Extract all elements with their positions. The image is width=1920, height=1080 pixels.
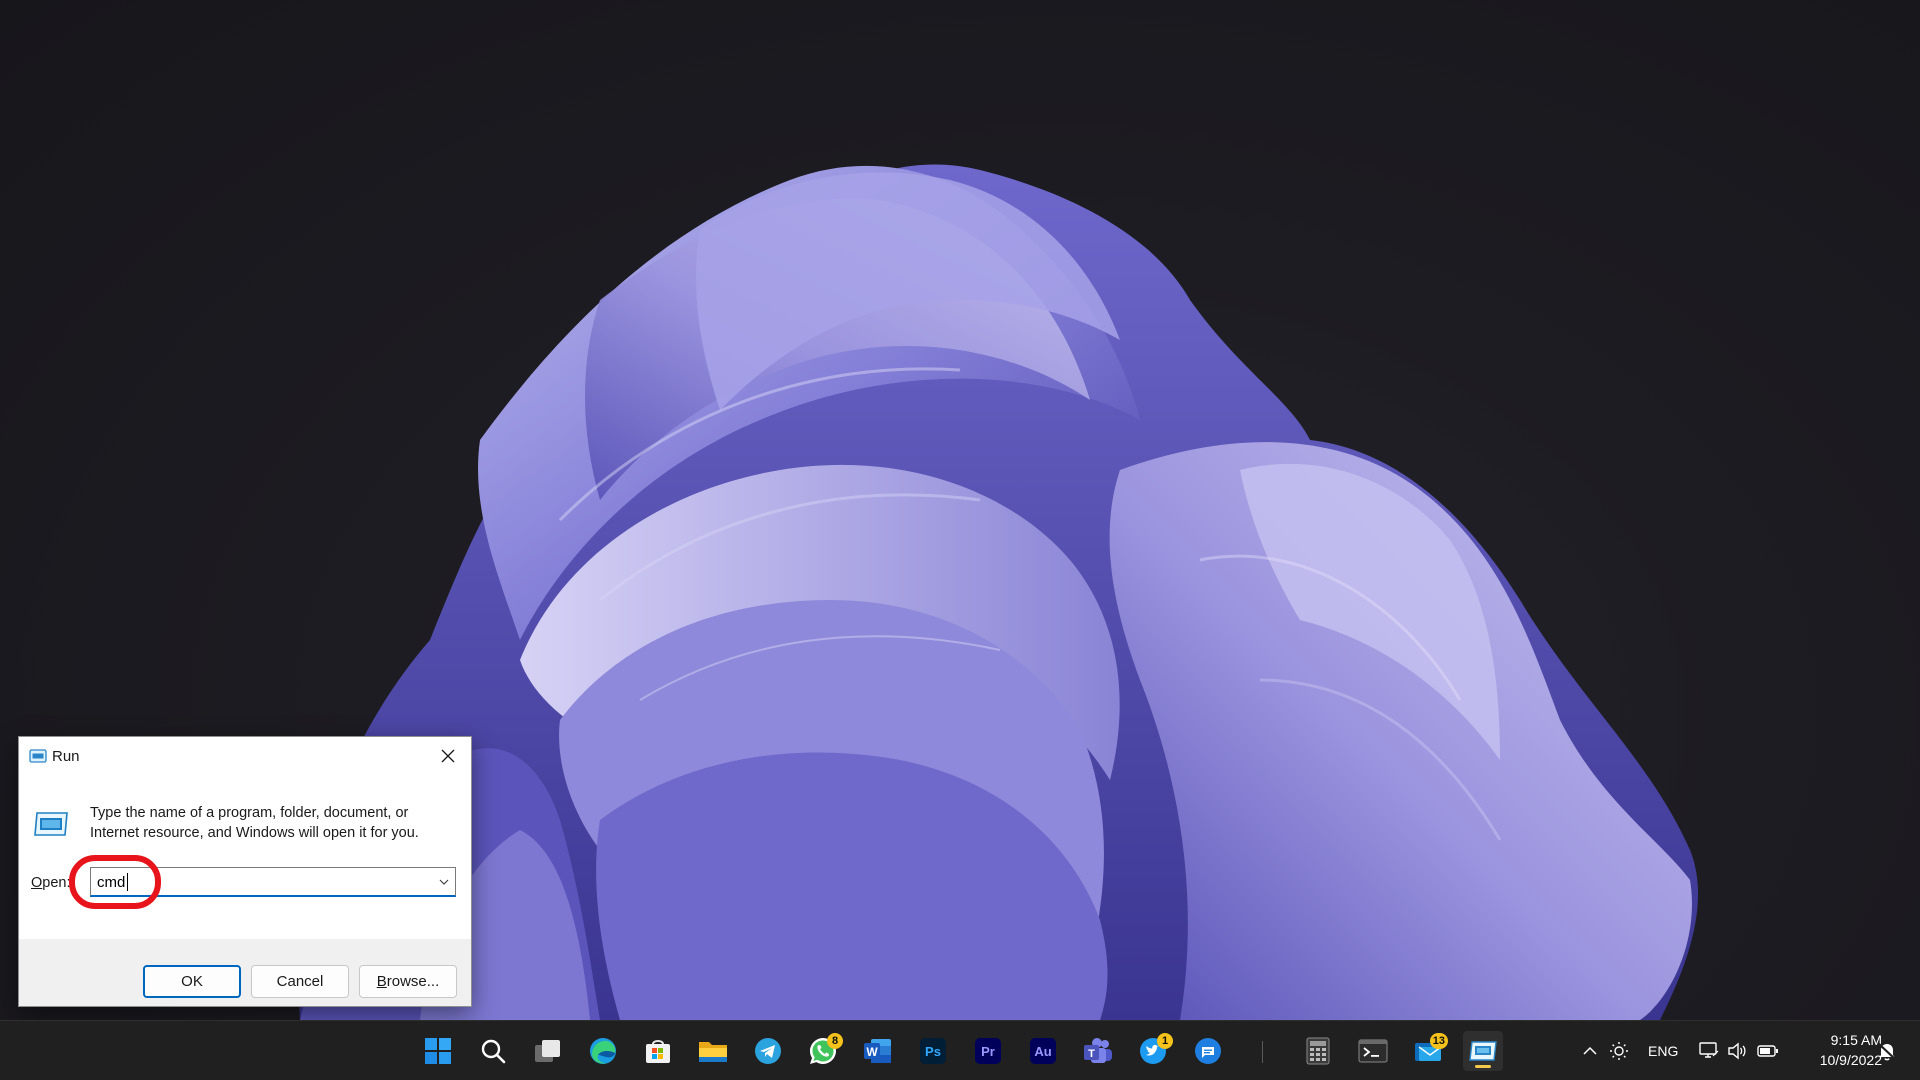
folder-icon — [699, 1042, 727, 1062]
run-title: Run — [52, 748, 80, 765]
search-icon — [481, 1039, 506, 1064]
run-description: Type the name of a program, folder, docu… — [90, 805, 419, 841]
network-button[interactable] — [1698, 1039, 1720, 1063]
volume-icon — [1728, 1042, 1746, 1060]
browse-label: rowse... — [386, 973, 440, 990]
open-label-text: pen: — [42, 875, 71, 891]
chevron-up-icon — [1583, 1046, 1597, 1055]
show-hidden-icons-button[interactable] — [1580, 1039, 1600, 1063]
run-titlebar[interactable]: Run — [19, 737, 471, 775]
clock[interactable]: 9:15 AM 10/9/2022 — [1790, 1030, 1882, 1070]
calculator-button[interactable] — [1298, 1031, 1338, 1071]
photoshop-icon: Ps — [920, 1038, 946, 1064]
terminal-button[interactable] — [1353, 1031, 1393, 1071]
chevron-down-icon — [439, 879, 449, 885]
network-icon — [1699, 1042, 1719, 1058]
browse-button[interactable]: Browse... — [359, 965, 457, 998]
svg-text:Au: Au — [1034, 1044, 1051, 1059]
teams-icon: T — [1084, 1038, 1112, 1063]
run-dialog: Run Type the name of a program, folder, … — [18, 736, 472, 1007]
battery-button[interactable] — [1756, 1039, 1780, 1063]
notifications-button[interactable] — [1876, 1039, 1898, 1063]
notification-bell-icon — [1878, 1043, 1896, 1061]
language-indicator[interactable]: ENG — [1648, 1039, 1678, 1063]
twitter-badge: 1 — [1157, 1033, 1173, 1049]
telegram-icon — [755, 1038, 781, 1064]
file-explorer-button[interactable] — [693, 1031, 733, 1071]
taskbar: 8 W Ps Pr Au T 1 13 ENG 9:15 AM 10/9/202… — [0, 1020, 1920, 1080]
mail-button[interactable]: 13 — [1408, 1031, 1448, 1071]
terminal-icon — [1358, 1039, 1388, 1063]
svg-text:W: W — [866, 1045, 878, 1059]
clock-date: 10/9/2022 — [1819, 1052, 1882, 1068]
brightness-icon — [1610, 1042, 1628, 1060]
clock-time: 9:15 AM — [1830, 1032, 1882, 1048]
word-button[interactable]: W — [858, 1031, 898, 1071]
start-button[interactable] — [418, 1031, 458, 1071]
whatsapp-badge: 8 — [827, 1033, 843, 1049]
svg-text:T: T — [1088, 1048, 1095, 1060]
windows-logo-icon — [425, 1038, 451, 1064]
ok-button[interactable]: OK — [143, 965, 241, 998]
task-view-button[interactable] — [528, 1031, 568, 1071]
edge-icon — [590, 1038, 616, 1064]
svg-text:Pr: Pr — [981, 1044, 995, 1059]
run-icon — [29, 749, 47, 763]
twitter-button[interactable]: 1 — [1133, 1031, 1173, 1071]
taskbar-separator — [1262, 1041, 1263, 1063]
mail-badge: 13 — [1429, 1033, 1448, 1049]
audition-icon: Au — [1030, 1038, 1056, 1064]
photoshop-button[interactable]: Ps — [913, 1031, 953, 1071]
premiere-button[interactable]: Pr — [968, 1031, 1008, 1071]
cancel-button[interactable]: Cancel — [251, 965, 349, 998]
open-label-accesskey: O — [31, 875, 43, 891]
messages-button[interactable] — [1188, 1031, 1228, 1071]
premiere-icon: Pr — [975, 1038, 1001, 1064]
word-icon: W — [864, 1039, 891, 1063]
run-taskbar-button[interactable] — [1463, 1031, 1503, 1071]
chat-icon — [1195, 1038, 1221, 1064]
store-icon — [646, 1040, 670, 1063]
run-footer: OK Cancel Browse... — [19, 939, 471, 1006]
calculator-icon — [1306, 1037, 1330, 1065]
battery-icon — [1757, 1045, 1778, 1057]
run-icon — [1469, 1041, 1497, 1061]
search-button[interactable] — [473, 1031, 513, 1071]
teams-button[interactable]: T — [1078, 1031, 1118, 1071]
open-label: Open: — [31, 875, 71, 891]
close-button[interactable] — [425, 737, 471, 775]
edge-button[interactable] — [583, 1031, 623, 1071]
volume-button[interactable] — [1726, 1039, 1748, 1063]
browse-accesskey: B — [376, 973, 387, 990]
open-combobox[interactable] — [90, 867, 456, 897]
audition-button[interactable]: Au — [1023, 1031, 1063, 1071]
open-input[interactable] — [97, 872, 417, 892]
whatsapp-button[interactable]: 8 — [803, 1031, 843, 1071]
run-program-icon — [33, 810, 69, 838]
telegram-button[interactable] — [748, 1031, 788, 1071]
store-button[interactable] — [638, 1031, 678, 1071]
text-caret — [127, 873, 128, 891]
run-body: Type the name of a program, folder, docu… — [19, 775, 471, 939]
close-icon — [441, 749, 455, 763]
active-indicator — [1475, 1065, 1491, 1068]
open-dropdown-button[interactable] — [435, 870, 453, 894]
svg-text:Ps: Ps — [925, 1044, 941, 1059]
brightness-button[interactable] — [1608, 1039, 1630, 1063]
task-view-icon — [535, 1040, 560, 1062]
